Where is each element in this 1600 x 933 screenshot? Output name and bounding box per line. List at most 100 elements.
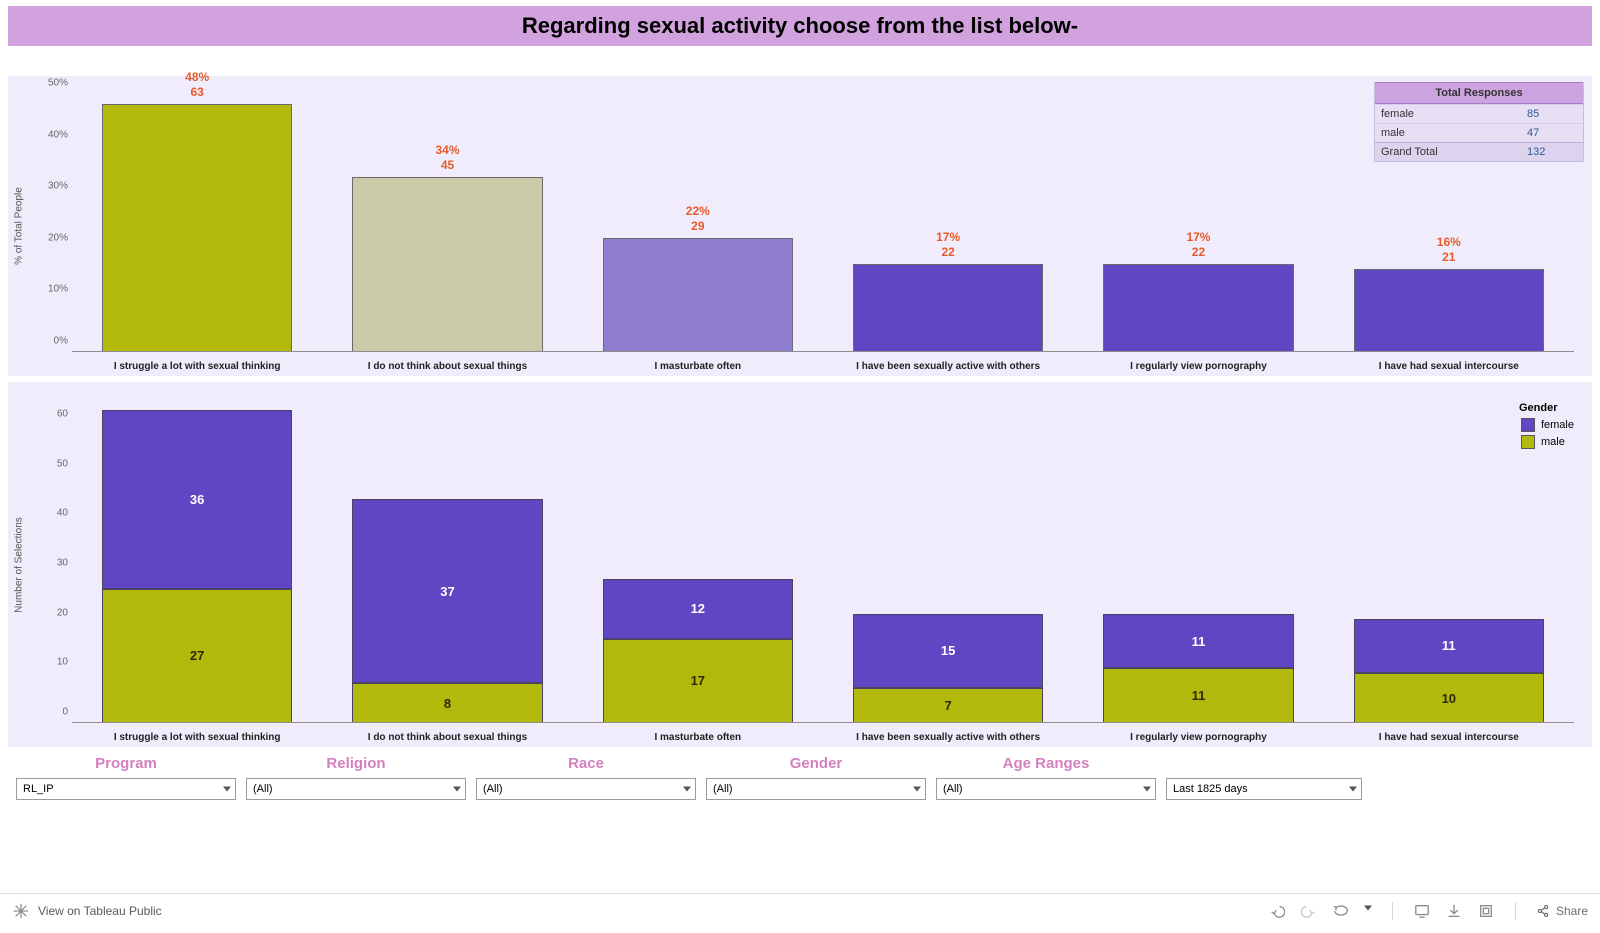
total-row-male: male 47 [1375,123,1583,142]
category-label: I struggle a lot with sexual thinking [72,361,322,372]
stacked-segment-male[interactable]: 8 [352,683,542,723]
gender-dropdown[interactable]: (All) [706,778,926,800]
age-dropdown[interactable]: (All) [936,778,1156,800]
fullscreen-icon[interactable] [1477,902,1495,920]
bar-data-label: 17%22 [1073,230,1323,260]
legend-item-female[interactable]: female [1521,418,1574,432]
total-row-value: 132 [1527,146,1577,158]
download-icon[interactable] [1445,902,1463,920]
y-tick-label: 40% [28,129,68,140]
stacked-segment-male[interactable]: 17 [603,639,793,723]
chevron-down-icon [223,787,231,792]
top-y-axis-label: % of Total People [14,126,25,326]
gender-legend: Gender female male [1521,402,1574,452]
bar-data-label: 48%63 [72,70,322,100]
bar-column[interactable]: 17%22 [823,94,1073,352]
bar-column[interactable]: 34%45 [322,94,572,352]
total-row-value: 85 [1527,108,1577,120]
legend-swatch-male [1521,435,1535,449]
stacked-segment-male[interactable]: 7 [853,688,1043,723]
y-tick-label: 20% [28,232,68,243]
stacked-segment-female[interactable]: 15 [853,614,1043,689]
y-tick-label: 10 [28,657,68,668]
race-dropdown[interactable]: (All) [476,778,696,800]
y-tick-label: 50 [28,458,68,469]
category-label: I have had sexual intercourse [1324,361,1574,372]
y-tick-label: 20 [28,607,68,618]
stacked-segment-male[interactable]: 10 [1354,673,1544,723]
count-chart-panel: Number of Selections 2736837171271511111… [8,382,1592,747]
total-row-value: 47 [1527,127,1577,139]
category-label: I have been sexually active with others [823,732,1073,743]
device-preview-icon[interactable] [1413,902,1431,920]
reset-icon[interactable] [1332,902,1350,920]
chevron-down-icon[interactable] [1364,906,1372,911]
legend-label: female [1541,419,1574,431]
bar-column[interactable]: 1712 [573,400,823,723]
percent-bar[interactable] [102,104,292,352]
program-dropdown[interactable]: RL_IP [16,778,236,800]
legend-item-male[interactable]: male [1521,435,1574,449]
bar-column[interactable]: 1111 [1073,400,1323,723]
total-row-female: female 85 [1375,104,1583,123]
bar-column[interactable]: 22%29 [573,94,823,352]
bar-data-label: 22%29 [573,204,823,234]
stacked-segment-female[interactable]: 11 [1103,614,1293,669]
bar-data-label: 17%22 [823,230,1073,260]
total-row-label: male [1381,127,1527,139]
filter-label: Age Ranges [936,755,1156,775]
percent-bar[interactable] [853,264,1043,352]
percent-bar[interactable] [1354,269,1544,352]
share-label: Share [1556,904,1588,918]
legend-swatch-female [1521,418,1535,432]
share-button[interactable]: Share [1536,904,1588,918]
y-tick-label: 10% [28,284,68,295]
y-tick-label: 60 [28,408,68,419]
dropdown-value: (All) [943,783,963,795]
percent-chart-panel: % of Total People 48%6334%4522%2917%2217… [8,76,1592,376]
category-label: I do not think about sexual things [322,361,572,372]
stacked-segment-male[interactable]: 11 [1103,668,1293,723]
total-responses-header: Total Responses [1375,82,1583,104]
stacked-segment-male[interactable]: 27 [102,589,292,723]
bar-column[interactable]: 837 [322,400,572,723]
category-label: I regularly view pornography [1073,361,1323,372]
bar-column[interactable]: 48%63 [72,94,322,352]
total-row-label: female [1381,108,1527,120]
dropdown-value: (All) [253,783,273,795]
total-row-grand: Grand Total 132 [1375,142,1583,161]
stacked-segment-female[interactable]: 36 [102,410,292,589]
stacked-segment-female[interactable]: 37 [352,499,542,683]
category-label: I regularly view pornography [1073,732,1323,743]
date-dropdown[interactable]: Last 1825 days [1166,778,1362,800]
religion-dropdown[interactable]: (All) [246,778,466,800]
filter-program: Program RL_IP [16,755,236,800]
chevron-down-icon [683,787,691,792]
view-on-tableau-link[interactable]: View on Tableau Public [38,904,162,918]
total-responses-box: Total Responses female 85 male 47 Grand … [1374,82,1584,162]
undo-icon[interactable] [1268,902,1286,920]
chevron-down-icon [1143,787,1151,792]
total-row-label: Grand Total [1381,146,1527,158]
filter-age: Age Ranges (All) [936,755,1156,800]
bar-column[interactable]: 715 [823,400,1073,723]
bar-column[interactable]: 17%22 [1073,94,1323,352]
bar-data-label: 16%21 [1324,235,1574,265]
legend-label: male [1541,436,1565,448]
stacked-segment-female[interactable]: 11 [1354,619,1544,674]
page-title: Regarding sexual activity choose from th… [8,6,1592,46]
percent-bar[interactable] [603,238,793,352]
percent-bar[interactable] [352,177,542,352]
percent-bar[interactable] [1103,264,1293,352]
y-tick-label: 40 [28,508,68,519]
stacked-segment-female[interactable]: 12 [603,579,793,639]
chevron-down-icon [453,787,461,792]
category-label: I do not think about sexual things [322,732,572,743]
y-tick-label: 0% [28,336,68,347]
filter-label: Gender [706,755,926,775]
bar-column[interactable]: 2736 [72,400,322,723]
bottom-y-axis-label: Number of Selections [14,465,25,665]
tableau-logo-icon [12,902,30,920]
redo-icon[interactable] [1300,902,1318,920]
y-tick-label: 30% [28,181,68,192]
